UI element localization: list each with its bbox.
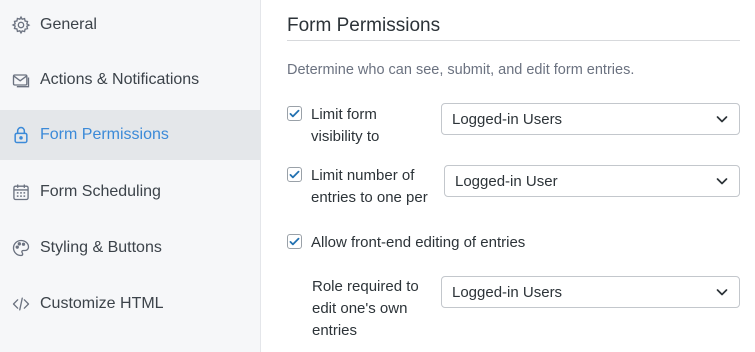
visibility-option: Limit form visibility to (287, 104, 431, 148)
sidebar-item-label: Customize HTML (40, 295, 164, 312)
visibility-select[interactable]: Logged-in Users (441, 103, 740, 135)
entry-limit-label: Limit number of entries to one per (311, 167, 428, 206)
title-divider (287, 40, 740, 41)
frontend-editing-label: Allow front-end editing of entries (311, 234, 526, 251)
envelope-icon (10, 69, 32, 91)
frontend-editing-checkbox[interactable] (287, 234, 302, 249)
chevron-down-icon (715, 174, 729, 188)
page-description: Determine who can see, submit, and edit … (287, 62, 635, 78)
sidebar: General Actions & Notifications Form Per… (0, 0, 261, 352)
sidebar-item-label: General (40, 16, 97, 33)
sidebar-item-actions-notifications[interactable]: Actions & Notifications (0, 55, 261, 105)
sidebar-item-customize-html[interactable]: Customize HTML (0, 279, 261, 329)
checkmark-icon (289, 237, 300, 246)
sidebar-item-form-permissions[interactable]: Form Permissions (0, 110, 261, 160)
visibility-checkbox[interactable] (287, 106, 302, 121)
sidebar-item-label: Form Scheduling (40, 183, 161, 200)
lock-icon (10, 124, 32, 146)
role-required-label: Role required to edit one's own entries (312, 278, 419, 339)
sidebar-item-label: Form Permissions (40, 126, 169, 143)
checkmark-icon (289, 109, 300, 118)
calendar-icon (10, 181, 32, 203)
sidebar-item-styling-buttons[interactable]: Styling & Buttons (0, 223, 261, 273)
chevron-down-icon (715, 112, 729, 126)
sidebar-item-form-scheduling[interactable]: Form Scheduling (0, 167, 261, 217)
visibility-select-value: Logged-in Users (452, 110, 563, 128)
sidebar-item-label: Actions & Notifications (40, 71, 200, 88)
settings-panel: General Actions & Notifications Form Per… (0, 0, 755, 352)
page-title: Form Permissions (287, 15, 441, 36)
gear-icon (10, 14, 32, 36)
entry-limit-select[interactable]: Logged-in User (444, 165, 740, 197)
entry-limit-checkbox[interactable] (287, 167, 302, 182)
visibility-label: Limit form visibility to (311, 106, 380, 145)
palette-icon (10, 237, 32, 259)
entry-limit-option: Limit number of entries to one per (287, 165, 431, 209)
sidebar-item-label: Styling & Buttons (40, 239, 162, 256)
checkmark-icon (289, 170, 300, 179)
chevron-down-icon (715, 285, 729, 299)
role-required-select[interactable]: Logged-in Users (441, 276, 740, 308)
sidebar-item-general[interactable]: General (0, 0, 261, 50)
entry-limit-select-value: Logged-in User (455, 172, 558, 190)
frontend-editing-option: Allow front-end editing of entries (287, 232, 611, 254)
role-required-select-value: Logged-in Users (452, 283, 563, 301)
main-content: Form Permissions Determine who can see, … (287, 0, 740, 352)
code-icon (10, 293, 32, 315)
